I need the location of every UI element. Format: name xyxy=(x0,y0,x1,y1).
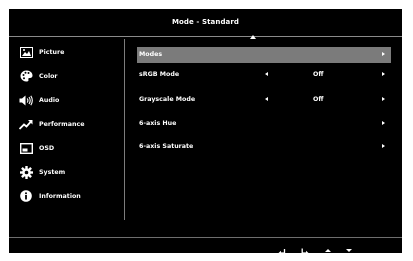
chevron-right-icon[interactable] xyxy=(382,144,385,148)
picture-icon xyxy=(19,46,33,58)
osd-menu: Mode - Standard Picture Color Audio Perf… xyxy=(9,9,402,255)
title-divider xyxy=(9,36,402,37)
down-button[interactable] xyxy=(344,245,354,255)
setting-row-6-axis-hue[interactable]: 6-axis Hue xyxy=(137,116,391,132)
chevron-left-icon[interactable] xyxy=(265,97,268,101)
setting-row-grayscale-mode[interactable]: Grayscale Mode Off xyxy=(137,92,391,108)
page-title: Mode - Standard xyxy=(171,18,240,26)
setting-value: Off xyxy=(313,96,324,103)
chevron-right-icon[interactable] xyxy=(382,72,385,76)
sidebar-item-audio[interactable]: Audio xyxy=(9,89,124,111)
up-button[interactable] xyxy=(323,245,333,255)
sidebar-item-system[interactable]: System xyxy=(9,161,124,183)
down-icon xyxy=(346,248,352,252)
enter-button[interactable] xyxy=(300,245,310,255)
setting-row-6-axis-saturate[interactable]: 6-axis Saturate xyxy=(137,139,391,155)
setting-label: Modes xyxy=(139,51,163,58)
sidebar-item-label: Picture xyxy=(39,48,65,56)
enter-icon xyxy=(301,241,309,260)
chevron-right-icon[interactable] xyxy=(382,121,385,125)
sidebar-item-osd[interactable]: OSD xyxy=(9,137,124,159)
setting-label: Grayscale Mode xyxy=(139,96,196,103)
chevron-left-icon[interactable] xyxy=(265,72,268,76)
sidebar-item-label: Color xyxy=(39,72,58,80)
chevron-right-icon[interactable] xyxy=(382,97,385,101)
chevron-right-icon[interactable] xyxy=(382,52,385,56)
sidebar-item-picture[interactable]: Picture xyxy=(9,41,124,63)
setting-label: 6-axis Saturate xyxy=(139,143,194,150)
footer-divider xyxy=(9,237,402,238)
info-icon xyxy=(19,190,33,202)
setting-row-modes[interactable]: Modes xyxy=(137,47,391,63)
trend-up-icon xyxy=(19,118,33,130)
sidebar-item-label: Audio xyxy=(39,96,60,104)
sidebar-item-color[interactable]: Color xyxy=(9,65,124,87)
sidebar-item-label: OSD xyxy=(39,144,55,152)
setting-value: Off xyxy=(313,71,324,78)
palette-icon xyxy=(19,70,33,82)
sidebar-item-performance[interactable]: Performance xyxy=(9,113,124,135)
sidebar-item-label: System xyxy=(39,168,66,176)
setting-label: 6-axis Hue xyxy=(139,120,177,127)
setting-row-srgb-mode[interactable]: sRGB Mode Off xyxy=(137,67,391,83)
back-button[interactable] xyxy=(277,245,287,255)
sidebar-item-information[interactable]: Information xyxy=(9,185,124,207)
up-icon xyxy=(325,248,331,252)
gear-icon xyxy=(19,165,33,179)
sidebar-item-label: Information xyxy=(39,192,81,200)
scroll-up-indicator xyxy=(250,35,256,39)
back-icon xyxy=(278,241,286,260)
osd-icon xyxy=(19,142,33,154)
setting-label: sRGB Mode xyxy=(139,71,180,78)
speaker-icon xyxy=(19,94,33,106)
sidebar-item-label: Performance xyxy=(39,120,85,128)
sidebar: Picture Color Audio Performance OSD Syst… xyxy=(9,39,125,220)
